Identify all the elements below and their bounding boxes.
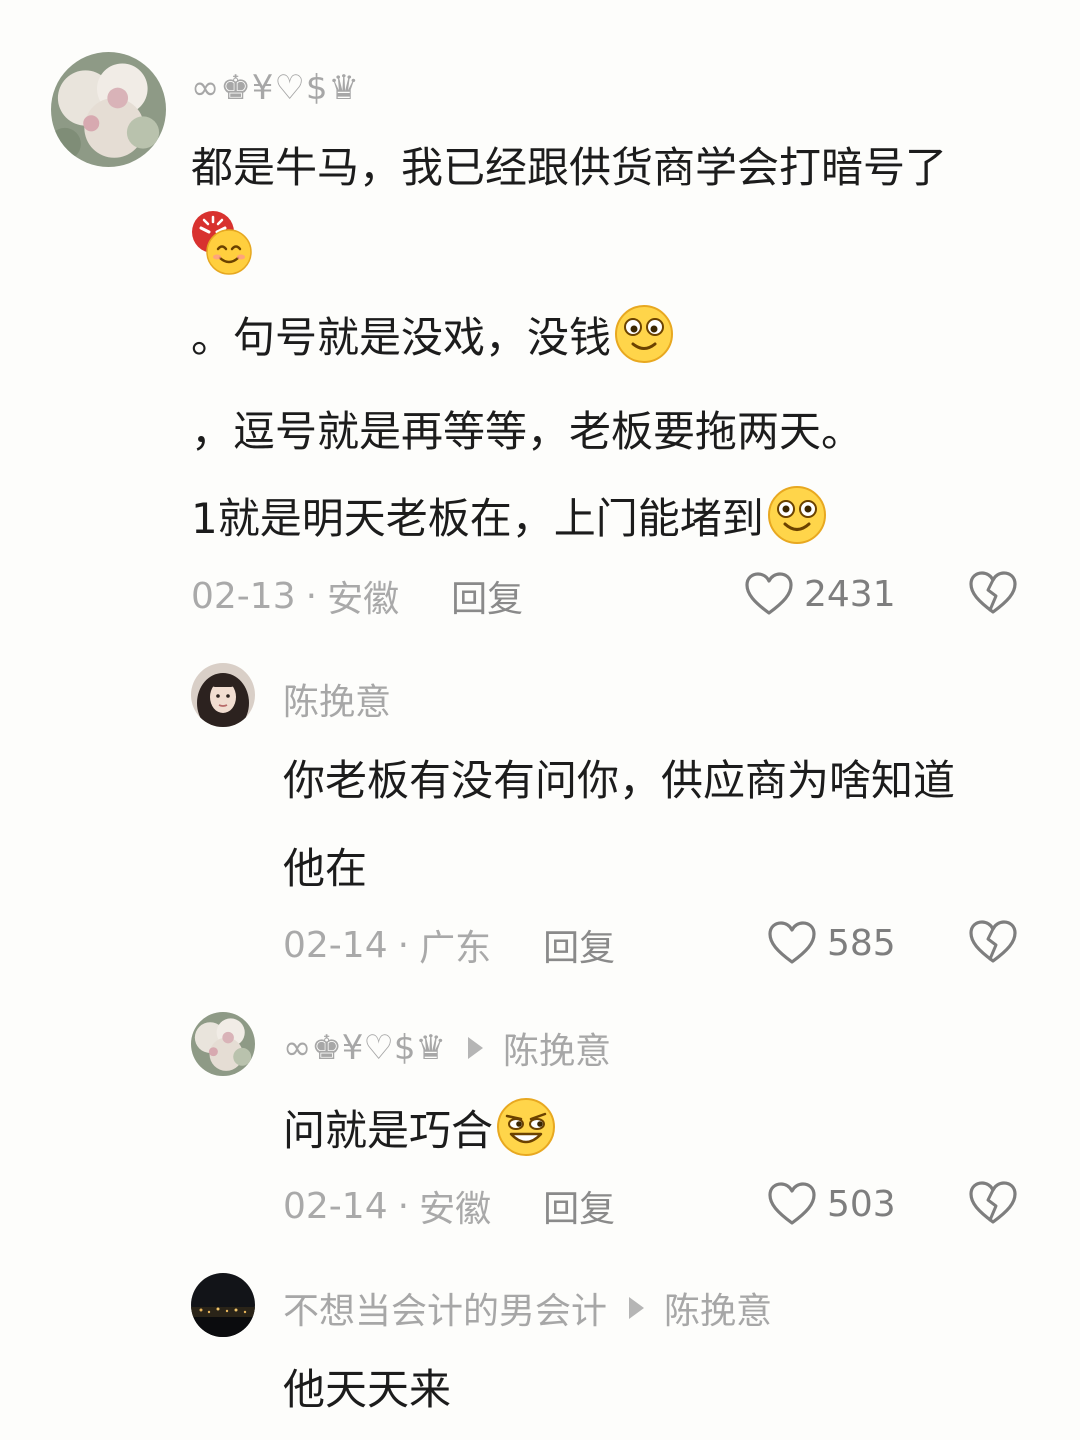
avatar[interactable] xyxy=(51,52,166,167)
like-count: 2431 xyxy=(804,573,896,615)
comment-region: 安徽 xyxy=(419,1189,492,1230)
emoji-line xyxy=(191,210,253,276)
dislike-button[interactable] xyxy=(968,570,1018,616)
night-city-avatar-icon xyxy=(191,1273,255,1337)
username[interactable]: ∞♚¥♡$♛ xyxy=(191,63,360,113)
heart-icon xyxy=(768,1182,816,1225)
heart-icon xyxy=(745,572,793,615)
like-count: 585 xyxy=(827,922,896,964)
comment-text-line: 1就是明天老板在，上门能堵到 xyxy=(191,483,828,547)
flower-avatar-icon xyxy=(191,1012,255,1076)
comment-date: 02-14 xyxy=(283,924,388,966)
avatar[interactable] xyxy=(191,663,255,727)
reply-to-username[interactable]: 陈挽意 xyxy=(664,1282,772,1334)
shy-smile-emoji xyxy=(613,303,675,365)
comment-text-line: 。句号就是没戏，没钱 xyxy=(191,302,675,366)
comment-text: 1就是明天老板在，上门能堵到 xyxy=(191,493,764,543)
avatar[interactable] xyxy=(191,1273,255,1337)
comment-text-line: 他在 xyxy=(283,843,368,893)
comment-text: 问就是巧合 xyxy=(283,1105,494,1155)
reply-arrow-icon xyxy=(468,1037,484,1059)
broken-heart-icon xyxy=(969,1181,1017,1224)
reply-header: 不想当会计的男会计 陈挽意 xyxy=(283,1284,772,1332)
comment-text-line: 都是牛马，我已经跟供货商学会打暗号了 xyxy=(191,142,948,192)
username[interactable]: 不想当会计的男会计 xyxy=(283,1282,607,1334)
like-button[interactable]: 503 xyxy=(767,1178,896,1230)
comment-meta: 02-14 · 安徽 回复 xyxy=(283,1180,615,1232)
meta-separator: · xyxy=(397,1185,410,1227)
reply-to-username[interactable]: 陈挽意 xyxy=(503,1022,611,1074)
comment-text-line: 你老板有没有问你，供应商为啥知道 xyxy=(283,755,956,805)
heart-icon xyxy=(768,921,816,964)
comment-meta: 02-14 · 广东 回复 xyxy=(283,919,615,971)
reply-header: ∞♚¥♡$♛ 陈挽意 xyxy=(283,1024,611,1072)
angry-smile-emoji xyxy=(191,210,253,276)
comment-text: 。句号就是没戏，没钱 xyxy=(191,312,612,362)
person-avatar-icon xyxy=(191,663,255,727)
dislike-button[interactable] xyxy=(968,1180,1018,1226)
comment-text-line: 他天天来 xyxy=(283,1364,452,1414)
avatar[interactable] xyxy=(191,1012,255,1076)
flower-avatar-icon xyxy=(51,52,166,167)
comment-region: 广东 xyxy=(419,928,492,969)
like-count: 503 xyxy=(827,1183,896,1225)
like-button[interactable]: 585 xyxy=(767,917,896,969)
comment-text-line: ，逗号就是再等等，老板要拖两天。 xyxy=(191,406,864,456)
broken-heart-icon xyxy=(969,920,1017,963)
sly-smile-emoji xyxy=(495,1096,557,1158)
smile-emoji xyxy=(766,484,828,546)
username[interactable]: 陈挽意 xyxy=(283,675,391,723)
dislike-button[interactable] xyxy=(968,919,1018,965)
reply-button[interactable]: 回复 xyxy=(543,919,615,971)
comment-date: 02-13 xyxy=(191,575,296,617)
meta-separator: · xyxy=(397,924,410,966)
comment-meta: 02-13 · 安徽 回复 xyxy=(191,570,523,622)
comment-date: 02-14 xyxy=(283,1185,388,1227)
reply-button[interactable]: 回复 xyxy=(451,570,523,622)
reply-button[interactable]: 回复 xyxy=(543,1180,615,1232)
meta-separator: · xyxy=(305,575,318,617)
like-button[interactable]: 2431 xyxy=(744,568,896,620)
comment-text-line: 问就是巧合 xyxy=(283,1095,557,1159)
username[interactable]: ∞♚¥♡$♛ xyxy=(283,1028,446,1068)
broken-heart-icon xyxy=(969,571,1017,614)
reply-arrow-icon xyxy=(629,1297,645,1319)
comment-region: 安徽 xyxy=(327,579,400,620)
